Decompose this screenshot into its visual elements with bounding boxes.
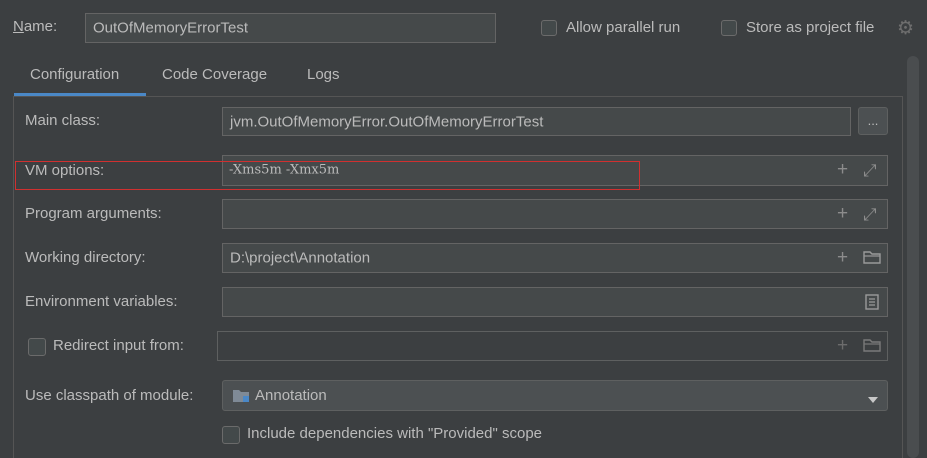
plus-icon[interactable]: + [837,247,848,269]
working-directory-value: D:\project\Annotation [230,249,371,267]
program-arguments-input[interactable]: + ⤢ [222,199,888,229]
environment-variables-input[interactable] [222,287,888,317]
include-provided-label: Include dependencies with "Provided" sco… [247,425,543,442]
redirect-input-field[interactable]: + [217,331,888,361]
redirect-input-checkbox[interactable] [28,338,46,356]
plus-icon[interactable]: + [837,203,848,225]
allow-parallel-run-label: Allow parallel run [566,19,681,36]
plus-icon[interactable]: + [837,335,848,357]
store-project-file-checkbox[interactable] [721,20,737,36]
tab-logs[interactable]: Logs [307,58,340,94]
document-icon[interactable] [865,294,879,314]
include-provided-checkbox[interactable] [222,426,240,444]
name-input-value: OutOfMemoryErrorTest [93,19,249,37]
main-class-value: jvm.OutOfMemoryError.OutOfMemoryErrorTes… [230,113,544,130]
name-input[interactable]: OutOfMemoryErrorTest [85,13,496,43]
gear-icon[interactable]: ⚙ [897,17,914,40]
chevron-down-icon [867,391,879,408]
redirect-input-label: Redirect input from: [53,337,184,354]
run-configuration-dialog: Name: OutOfMemoryErrorTest Allow paralle… [0,0,927,458]
expand-icon[interactable]: ⤢ [863,161,877,181]
program-arguments-label: Program arguments: [25,205,162,222]
working-directory-label: Working directory: [25,249,146,266]
tab-code-coverage[interactable]: Code Coverage [162,58,267,94]
folder-icon[interactable] [863,250,881,268]
name-label: Name: [13,18,58,35]
environment-variables-label: Environment variables: [25,293,178,310]
browse-main-class-button[interactable]: ... [858,107,888,135]
vertical-scrollbar[interactable] [907,56,919,458]
plus-icon[interactable]: + [837,159,848,181]
vm-options-label: VM options: [25,162,105,179]
vm-options-input[interactable]: -Xms5m -Xmx5m + ⤢ [222,155,888,186]
vm-options-value: -Xms5m -Xmx5m [229,162,340,178]
module-folder-icon [232,388,250,407]
working-directory-input[interactable]: D:\project\Annotation + [222,243,888,273]
classpath-module-label: Use classpath of module: [25,387,194,404]
expand-icon[interactable]: ⤢ [863,205,877,225]
main-class-input[interactable]: jvm.OutOfMemoryError.OutOfMemoryErrorTes… [222,107,851,136]
tab-configuration[interactable]: Configuration [30,58,119,94]
main-class-label: Main class: [25,112,101,129]
folder-icon[interactable] [863,338,881,356]
store-project-file-label: Store as project file [746,19,875,36]
classpath-module-select[interactable]: Annotation [222,380,888,411]
classpath-module-value: Annotation [255,387,327,404]
allow-parallel-run-checkbox[interactable] [541,20,557,36]
